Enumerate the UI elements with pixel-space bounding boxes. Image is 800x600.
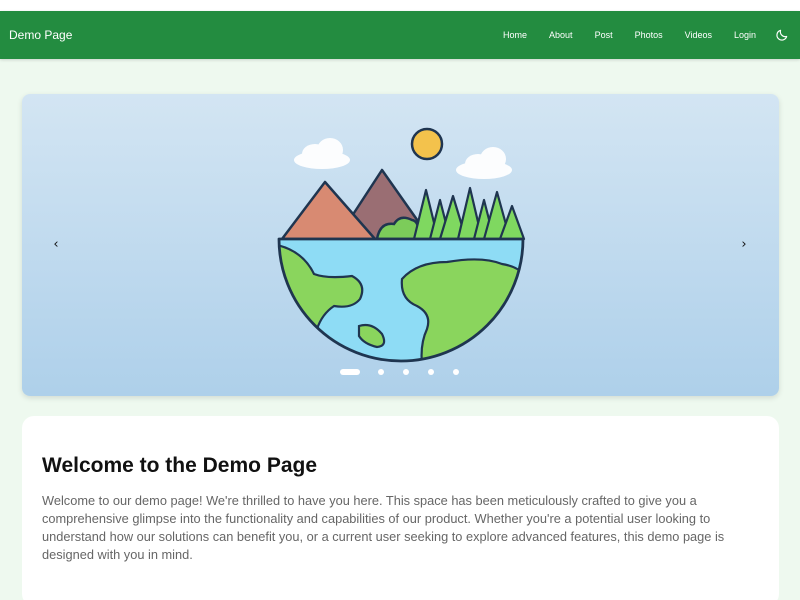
carousel-prev-button[interactable]: ‹ — [46, 234, 66, 254]
carousel-indicator-2[interactable] — [378, 369, 384, 375]
top-strip — [0, 0, 800, 11]
nav-link-videos[interactable]: Videos — [685, 30, 712, 40]
earth-illustration — [277, 127, 526, 363]
carousel-indicator-3[interactable] — [403, 369, 409, 375]
main-content: ‹ › Welcome to the Demo Page Welcome to … — [0, 59, 800, 600]
carousel-indicators — [340, 369, 478, 375]
chevron-left-icon: ‹ — [53, 236, 59, 252]
carousel-indicator-1[interactable] — [340, 369, 360, 375]
brand-link[interactable]: Demo Page — [9, 28, 72, 42]
carousel-next-button[interactable]: › — [734, 234, 754, 254]
nav-link-photos[interactable]: Photos — [635, 30, 663, 40]
nav-link-about[interactable]: About — [549, 30, 573, 40]
navbar: Demo Page Home About Post Photos Videos … — [0, 11, 800, 59]
theme-toggle-button[interactable] — [774, 27, 790, 43]
carousel-indicator-4[interactable] — [428, 369, 434, 375]
welcome-card: Welcome to the Demo Page Welcome to our … — [22, 416, 779, 600]
moon-icon — [776, 29, 788, 41]
nav-link-home[interactable]: Home — [503, 30, 527, 40]
nav-links: Home About Post Photos Videos Login — [503, 27, 790, 43]
nav-link-post[interactable]: Post — [595, 30, 613, 40]
chevron-right-icon: › — [741, 236, 747, 252]
nav-link-login[interactable]: Login — [734, 30, 756, 40]
welcome-text: Welcome to our demo page! We're thrilled… — [42, 493, 725, 562]
hero-carousel: ‹ › — [22, 94, 779, 396]
carousel-indicator-5[interactable] — [453, 369, 459, 375]
welcome-title: Welcome to the Demo Page — [42, 454, 318, 477]
